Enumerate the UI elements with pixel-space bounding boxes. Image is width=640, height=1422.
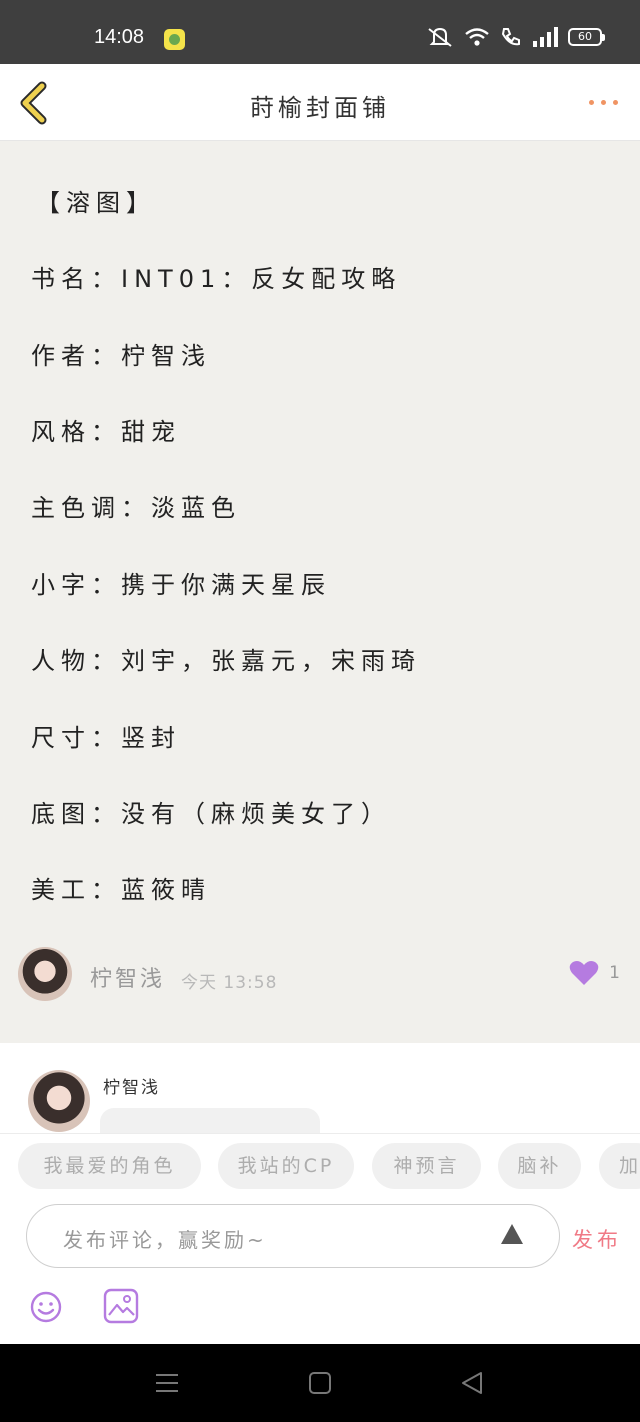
call-icon <box>501 28 520 46</box>
battery-icon: 60 <box>568 28 605 46</box>
comment-author-name[interactable]: 柠智浅 <box>103 1073 160 1098</box>
post-line: 【溶图】 <box>36 189 156 217</box>
comment-bubble <box>100 1108 320 1133</box>
avatar[interactable] <box>18 947 72 1001</box>
status-icons: 60 <box>426 26 605 48</box>
post-line: 小字：携于你满天星辰 <box>31 571 331 599</box>
status-time: 14:08 <box>94 26 145 48</box>
signal-icon <box>533 27 558 47</box>
author-name[interactable]: 柠智浅 <box>90 961 165 993</box>
back-triangle-icon[interactable] <box>460 1371 484 1395</box>
mute-icon <box>428 27 452 47</box>
heart-icon <box>569 961 599 985</box>
tag-chip[interactable]: 脑补 <box>498 1143 581 1189</box>
status-bar: 14:08 60 <box>0 0 640 64</box>
post-line: 作者：柠智浅 <box>31 342 211 370</box>
comment-input-placeholder: 发布评论，赢奖励~ <box>63 1228 267 1252</box>
post-time: 今天 13:58 <box>181 973 278 993</box>
like-count: 1 <box>609 963 620 983</box>
post-line: 美工：蓝筱晴 <box>31 876 211 904</box>
comments-section: 柠智浅 <box>0 1043 640 1133</box>
tag-chip[interactable]: 神预言 <box>372 1143 481 1189</box>
tag-row: 我最爱的角色 我站的CP 神预言 脑补 加 <box>0 1133 640 1199</box>
comment-input[interactable]: 发布评论，赢奖励~ <box>26 1204 560 1268</box>
nav-bar: 莳榆封面铺 <box>0 64 640 141</box>
publish-button[interactable]: 发布 <box>572 1224 622 1254</box>
post-line: 人物：刘宇，张嘉元，宋雨琦 <box>31 647 421 675</box>
post-content: 【溶图】 书名：INT01：反女配攻略 作者：柠智浅 风格：甜宠 主色调：淡蓝色… <box>0 141 640 1043</box>
comment-avatar[interactable] <box>28 1070 90 1132</box>
image-icon[interactable] <box>103 1288 139 1324</box>
system-nav-bar <box>0 1344 640 1422</box>
post-line: 主色调：淡蓝色 <box>31 494 241 522</box>
triangle-up-icon[interactable] <box>501 1224 523 1244</box>
tag-chip[interactable]: 加 <box>599 1143 640 1189</box>
comment-input-area: 发布评论，赢奖励~ 发布 <box>0 1199 640 1344</box>
app-notification-icon <box>164 29 185 50</box>
like-button[interactable]: 1 <box>569 960 620 986</box>
wifi-icon <box>465 28 489 46</box>
post-line: 风格：甜宠 <box>31 418 181 446</box>
more-dots-icon[interactable] <box>589 100 618 105</box>
page-title: 莳榆封面铺 <box>250 94 390 122</box>
post-line: 尺寸：竖封 <box>31 724 181 752</box>
menu-icon[interactable] <box>155 1371 179 1395</box>
author-row: 柠智浅 今天 13:58 1 <box>18 947 628 1003</box>
tag-chip[interactable]: 我站的CP <box>218 1143 354 1189</box>
tag-chip[interactable]: 我最爱的角色 <box>18 1143 201 1189</box>
post-line: 书名：INT01：反女配攻略 <box>31 265 402 293</box>
home-icon[interactable] <box>308 1371 332 1395</box>
emoji-icon[interactable] <box>30 1291 62 1323</box>
post-line: 底图：没有（麻烦美女了） <box>31 800 391 828</box>
